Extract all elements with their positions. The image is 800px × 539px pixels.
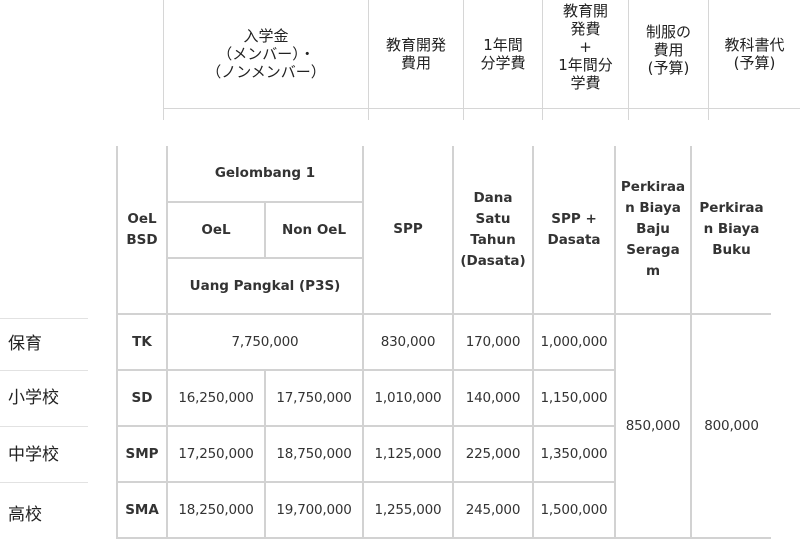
cell-spp: 830,000 [362,313,454,371]
label-divider [0,370,88,371]
cell-oel: 16,250,000 [166,369,266,427]
cell-dasata: 170,000 [452,313,534,371]
jp-col-uniform: 制服の 費用 (予算) [645,23,691,77]
cell-oel: 17,250,000 [166,425,266,483]
header-non-oel: Non OeL [264,201,364,259]
cell-spp: 1,255,000 [362,481,454,539]
label-divider [0,318,88,319]
jp-level-label: 中学校 [8,445,59,465]
cell-level: SMA [116,481,168,539]
cell-total: 1,150,000 [532,369,616,427]
cell-total: 1,000,000 [532,313,616,371]
label-divider [0,426,88,427]
table-row: TK 7,750,000 830,000 170,000 1,000,000 8… [116,313,771,539]
header-oel-bsd: OeL BSD [116,146,168,315]
cell-dasata: 140,000 [452,369,534,427]
cell-spp: 1,125,000 [362,425,454,483]
jp-col-annual-tuition: 1年間 分学費 [480,36,526,72]
jp-level-label: 保育 [8,334,42,354]
cell-non-oel: 18,750,000 [264,425,364,483]
cell-non-oel: 17,750,000 [264,369,364,427]
jp-level-label: 小学校 [8,388,59,408]
header-spp: SPP [362,146,454,315]
cell-level: SD [116,369,168,427]
jp-col-development-fee: 教育開発 費用 [385,36,446,72]
cell-oel: 18,250,000 [166,481,266,539]
cell-total: 1,500,000 [532,481,616,539]
header-gelombang-1: Gelombang 1 [166,146,364,203]
header-divider [163,108,800,109]
header-buku: Perkiraa n Biaya Buku [690,146,771,315]
japanese-header: 入学金 （メンバー）・ （ノンメンバー） 教育開発 費用 1年間 分学費 教育開… [0,0,800,120]
fee-table: OeL BSD Gelombang 1 SPP Dana Satu Tahun … [116,146,771,539]
jp-col-textbook: 教科書代 (予算) [724,36,785,72]
jp-col-total: 教育開 発費 + 1年間分 学費 [558,2,613,92]
header-oel: OeL [166,201,266,259]
header-spp-dasata: SPP + Dasata [532,146,616,315]
cell-baju: 850,000 [614,313,692,539]
jp-col-entrance-fee: 入学金 （メンバー）・ （ノンメンバー） [206,27,326,81]
cell-dasata: 225,000 [452,425,534,483]
cell-spp: 1,010,000 [362,369,454,427]
cell-level: SMP [116,425,168,483]
header-baju: Perkiraa n Biaya Baju Seraga m [614,146,692,315]
header-uang-pangkal: Uang Pangkal (P3S) [166,257,364,315]
cell-total: 1,350,000 [532,425,616,483]
cell-oel: 7,750,000 [166,313,364,371]
label-divider [0,482,88,483]
jp-level-label: 高校 [8,505,42,525]
cell-non-oel: 19,700,000 [264,481,364,539]
cell-dasata: 245,000 [452,481,534,539]
header-dasata: Dana Satu Tahun (Dasata) [452,146,534,315]
cell-level: TK [116,313,168,371]
cell-buku: 800,000 [690,313,771,539]
